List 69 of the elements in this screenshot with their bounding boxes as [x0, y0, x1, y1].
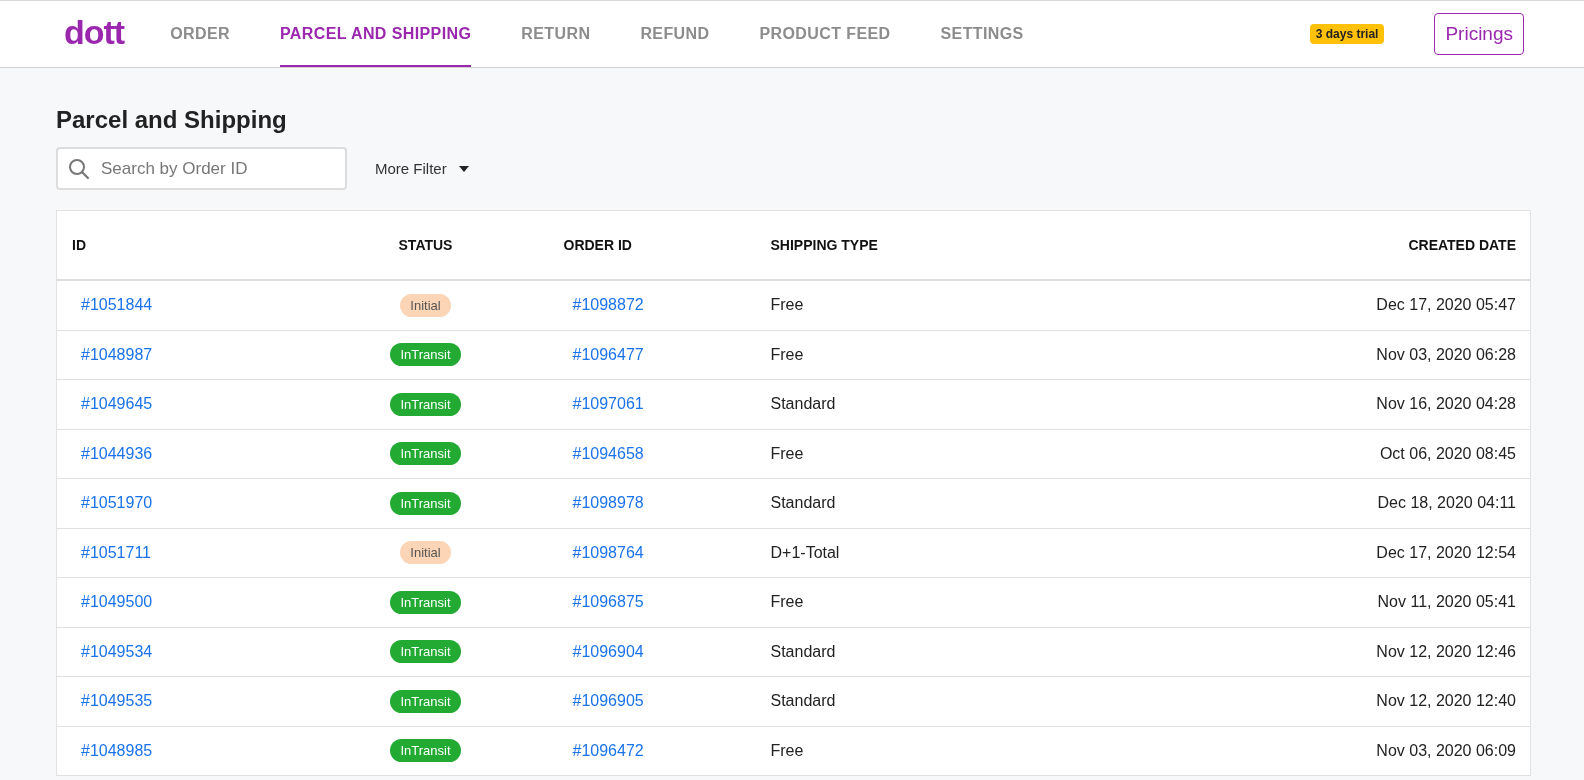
search-field[interactable]: Search by Order ID [56, 147, 347, 190]
table-cell: Standard [770, 478, 1171, 528]
parcel-id-link[interactable]: #1049535 [81, 692, 153, 710]
dott-logo[interactable]: dott [64, 12, 125, 52]
table-cell: Free [770, 429, 1171, 479]
table-cell: Nov 12, 2020 12:40 [1170, 676, 1531, 726]
caret-icon [458, 165, 469, 172]
order-id-link[interactable]: #1097061 [572, 395, 644, 413]
parcel-id-link[interactable]: #1049534 [81, 642, 153, 660]
order-id-link[interactable]: #1096472 [572, 741, 644, 759]
status-badge: InTransit [390, 491, 461, 515]
column-header: SHIPPING TYPE [770, 210, 1171, 280]
parcel-id-link[interactable]: #1051844 [81, 296, 153, 314]
order-id-link[interactable]: #1096904 [572, 642, 644, 660]
table-cell: Dec 17, 2020 05:47 [1170, 280, 1531, 330]
status-badge: InTransit [390, 442, 461, 466]
status-badge: InTransit [390, 689, 461, 713]
nav-tab[interactable]: SETTINGS [940, 1, 1024, 67]
table-cell: Free [770, 280, 1171, 330]
column-header: STATUS [326, 210, 525, 280]
table-cell: Standard [770, 676, 1171, 726]
status-badge: InTransit [390, 590, 461, 614]
nav-tab[interactable]: PRODUCT FEED [759, 1, 891, 67]
order-id-link[interactable]: #1098764 [572, 543, 644, 561]
nav-tab[interactable]: ORDER [170, 1, 230, 67]
table-cell: Nov 12, 2020 12:46 [1170, 627, 1531, 677]
status-badge: InTransit [390, 640, 461, 664]
parcel-id-link[interactable]: #1051970 [81, 494, 153, 512]
status-badge: InTransit [390, 392, 461, 416]
status-badge: InTransit [390, 343, 461, 367]
parcel-id-link[interactable]: #1048987 [81, 345, 153, 363]
order-id-link[interactable]: #1096875 [572, 593, 644, 611]
page-title: Parcel and Shipping [56, 106, 288, 134]
table-cell: Standard [770, 379, 1171, 429]
table-cell: Free [770, 330, 1171, 380]
table-cell: Free [770, 726, 1171, 776]
table-cell: Nov 03, 2020 06:09 [1170, 726, 1531, 776]
table-cell: D+1-Total [770, 528, 1171, 578]
column-header: ID [56, 210, 327, 280]
table-cell: Oct 06, 2020 08:45 [1170, 429, 1531, 479]
search-icon [68, 158, 90, 180]
table-cell: Dec 18, 2020 04:11 [1170, 478, 1531, 528]
table-cell: Dec 17, 2020 12:54 [1170, 528, 1531, 578]
nav-tab[interactable]: RETURN [521, 1, 591, 67]
table-cell: Nov 11, 2020 05:41 [1170, 577, 1531, 627]
parcel-id-link[interactable]: #1049645 [81, 395, 153, 413]
parcel-id-link[interactable]: #1051711 [81, 543, 151, 561]
status-badge: InTransit [390, 739, 461, 763]
order-id-link[interactable]: #1096477 [572, 345, 644, 363]
pricings-button[interactable]: Pricings [1434, 13, 1524, 55]
column-header: CREATED DATE [1170, 210, 1531, 280]
parcel-id-link[interactable]: #1048985 [81, 741, 153, 759]
table-cell: Standard [770, 627, 1171, 677]
table-cell: Nov 03, 2020 06:28 [1170, 330, 1531, 380]
parcel-id-link[interactable]: #1044936 [81, 444, 153, 462]
parcel-id-link[interactable]: #1049500 [81, 593, 153, 611]
order-id-link[interactable]: #1098872 [572, 296, 644, 314]
order-id-link[interactable]: #1098978 [572, 494, 644, 512]
status-badge: Initial [400, 293, 451, 317]
trial-badge: 3 days trial [1309, 24, 1385, 44]
column-header: ORDER ID [524, 210, 771, 280]
nav-tab[interactable]: PARCEL AND SHIPPING [279, 1, 472, 67]
status-badge: Initial [400, 541, 451, 565]
nav-tab[interactable]: REFUND [640, 1, 710, 67]
table-cell: Nov 16, 2020 04:28 [1170, 379, 1531, 429]
table-cell: Free [770, 577, 1171, 627]
order-id-link[interactable]: #1094658 [572, 444, 644, 462]
order-id-link[interactable]: #1096905 [572, 692, 644, 710]
more-filter-dropdown[interactable]: More Filter [375, 160, 469, 177]
